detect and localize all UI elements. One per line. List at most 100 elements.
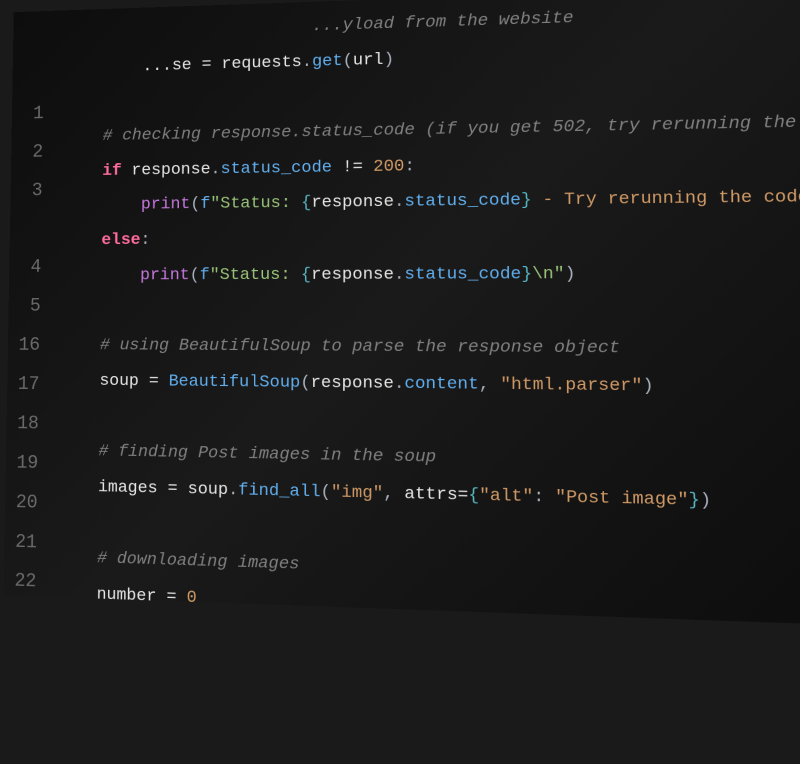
- token: - Try rerunning the code\n": [532, 188, 800, 211]
- token: \n": [532, 265, 565, 285]
- token: [58, 548, 98, 568]
- token: response: [311, 374, 394, 394]
- token: }: [521, 265, 532, 285]
- token: # checking response.status_code (if you …: [103, 112, 800, 146]
- token: [65, 18, 312, 44]
- token: status_code: [220, 158, 332, 179]
- token: requests: [221, 53, 302, 74]
- token: url: [353, 51, 384, 71]
- token: response: [311, 265, 394, 284]
- token: =: [157, 479, 187, 499]
- token: =: [156, 587, 186, 607]
- token: "Status:: [210, 194, 301, 214]
- line-number: 22: [4, 562, 37, 603]
- token: response: [311, 193, 394, 213]
- token: # downloading images: [97, 550, 300, 576]
- token: (: [190, 196, 200, 215]
- token: find_all: [238, 481, 320, 502]
- token: .: [228, 481, 238, 501]
- token: [59, 477, 98, 497]
- token: print: [140, 266, 190, 285]
- token: # using BeautifulSoup to parse the respo…: [100, 337, 620, 359]
- token: =: [192, 55, 222, 74]
- token: (: [190, 266, 200, 285]
- token: ): [384, 50, 394, 69]
- line-number: 2: [11, 133, 43, 172]
- line-number: [13, 19, 45, 58]
- line-number: 1: [12, 95, 44, 134]
- line-number: 19: [6, 444, 39, 484]
- token: [59, 442, 98, 462]
- token: [64, 127, 103, 146]
- token: (: [300, 374, 310, 393]
- line-number: [1, 681, 34, 723]
- line-number: [3, 602, 36, 643]
- token: [65, 58, 143, 78]
- token: ): [642, 376, 653, 396]
- token: :: [533, 487, 555, 507]
- token: print: [141, 196, 191, 215]
- token: {: [468, 486, 479, 506]
- token: .: [394, 374, 405, 394]
- code-line: print(f"Status: {response.status_code}\n…: [62, 255, 800, 294]
- token: soup: [188, 480, 229, 500]
- token: f: [200, 266, 210, 285]
- token: ...yload from the website: [312, 9, 574, 36]
- token: .: [394, 265, 404, 284]
- token: "Status:: [210, 266, 301, 285]
- line-number: 3: [10, 172, 42, 211]
- token: status_code: [404, 192, 521, 213]
- token: "alt": [479, 486, 533, 507]
- token: content: [404, 374, 478, 394]
- token: else: [101, 231, 140, 250]
- token: soup: [99, 372, 139, 391]
- code-line: else:: [62, 217, 800, 259]
- token: ,: [479, 375, 501, 395]
- line-number: 20: [5, 483, 38, 523]
- token: =: [139, 372, 169, 391]
- token: attrs: [404, 485, 457, 506]
- code-line: # using BeautifulSoup to parse the respo…: [61, 329, 800, 370]
- token: number: [96, 585, 156, 606]
- token: :: [404, 157, 414, 176]
- line-number: 16: [8, 326, 41, 365]
- code-content-area[interactable]: ...yload from the website ...se = reques…: [49, 0, 800, 625]
- token: {: [301, 266, 311, 285]
- line-number: 17: [7, 365, 40, 404]
- token: 200: [373, 157, 404, 177]
- line-number: 18: [6, 404, 39, 444]
- token: [61, 336, 100, 355]
- line-number: [12, 57, 44, 96]
- token: [63, 162, 102, 181]
- token: }: [521, 191, 532, 211]
- token: {: [301, 194, 311, 213]
- token: [62, 266, 140, 285]
- token: (: [343, 51, 353, 70]
- token: if: [102, 162, 122, 181]
- token: # finding Post images in the soup: [98, 443, 436, 468]
- token: =: [458, 486, 469, 506]
- token: 0: [187, 588, 197, 608]
- token: .: [211, 160, 221, 179]
- token: [57, 584, 97, 604]
- line-number: 4: [9, 249, 42, 288]
- line-number: 5: [8, 288, 41, 327]
- token: BeautifulSoup: [169, 372, 301, 392]
- token: [60, 371, 99, 390]
- code-line: [61, 293, 800, 331]
- token: (: [320, 483, 330, 503]
- token: [57, 620, 197, 625]
- token: .: [302, 53, 312, 72]
- token: !=: [332, 158, 373, 178]
- line-number: [10, 210, 43, 249]
- token: [62, 232, 101, 251]
- token: .: [394, 193, 404, 212]
- token: [63, 196, 141, 215]
- token: :: [140, 231, 150, 250]
- code-editor[interactable]: 123 4516171819202122 ...yload from the w…: [4, 0, 800, 625]
- token: ,: [383, 484, 404, 504]
- token: }: [688, 491, 700, 512]
- line-number: [2, 641, 35, 682]
- token: images: [98, 478, 158, 498]
- token: ): [700, 491, 712, 512]
